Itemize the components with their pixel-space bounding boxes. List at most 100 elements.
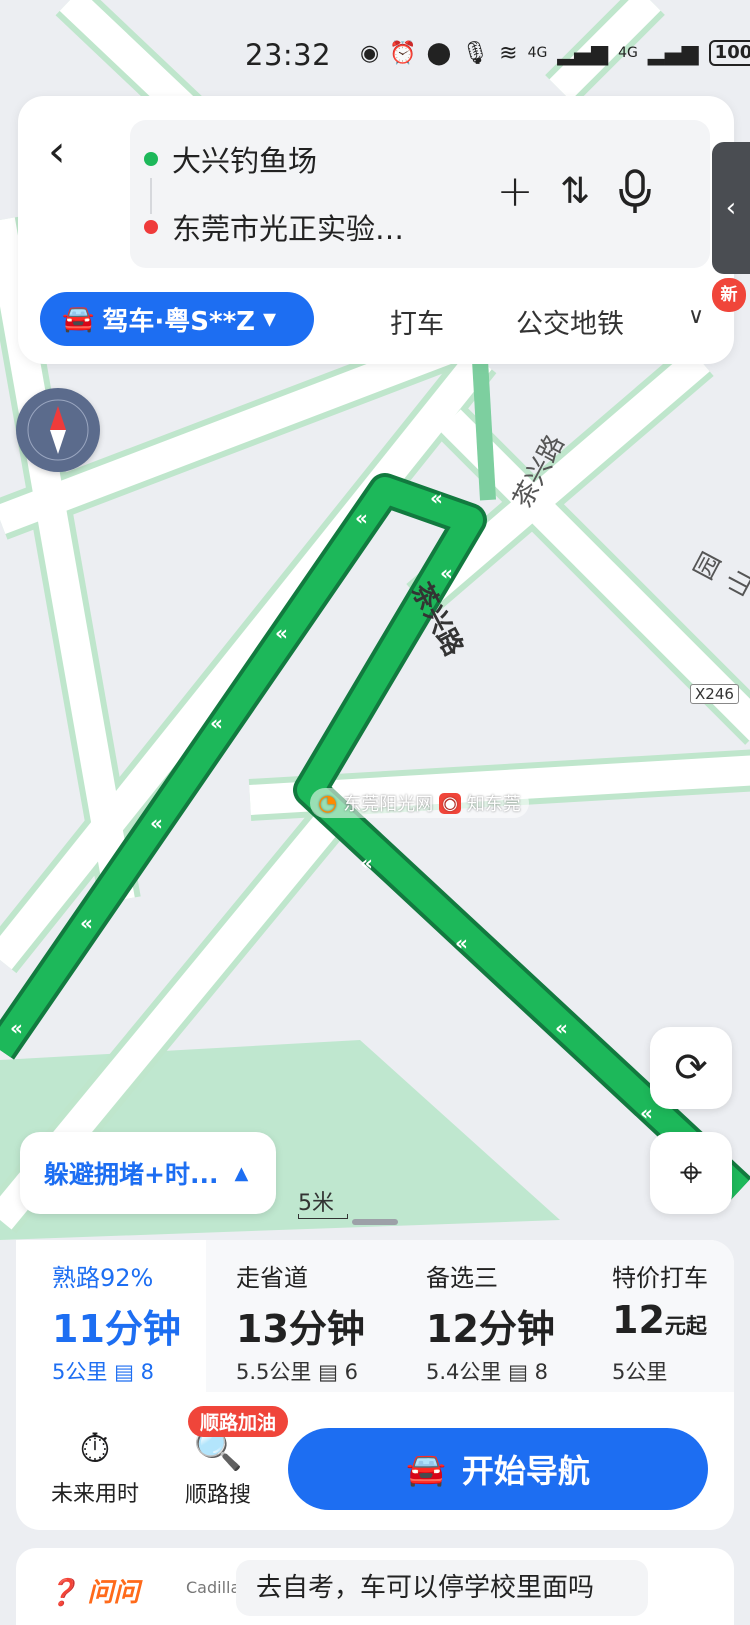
chevron-left-small-icon: ‹: [725, 193, 737, 223]
route-arrow: «: [150, 811, 163, 835]
add-waypoint-button[interactable]: +: [490, 164, 540, 220]
route-arrow: «: [360, 851, 373, 875]
route-preference-chip[interactable]: 躲避拥堵+时... ▲: [20, 1132, 276, 1214]
traffic-light-icon: ▤: [318, 1360, 338, 1384]
map-scale-label: 5米: [298, 1191, 334, 1216]
route-arrow: «: [555, 1016, 568, 1040]
traffic-light-count: 8: [534, 1360, 548, 1384]
map-scale-bar: [298, 1214, 348, 1219]
tab-taxi[interactable]: 打车: [390, 302, 444, 341]
start-location-field[interactable]: 大兴钓鱼场: [144, 138, 317, 180]
side-panel-handle[interactable]: ‹: [712, 142, 750, 274]
taxi-price-unit: 元起: [664, 1314, 707, 1338]
fuel-badge: 顺路加油: [188, 1406, 289, 1437]
my-location-button[interactable]: ⌖: [650, 1132, 732, 1214]
compass-button[interactable]: [16, 388, 100, 472]
route-card: ‹ 大兴钓鱼场 东莞市光正实验… + ⇅ 🚘 驾车·粤S**Z ▾ 打车 公交地: [18, 96, 746, 364]
start-dot-icon: [144, 152, 158, 166]
new-badge: 新: [712, 278, 746, 312]
ask-query-suggestion[interactable]: 去自考，车可以停学校里面吗: [236, 1560, 648, 1616]
traffic-light-icon: ▤: [114, 1360, 134, 1384]
signal-icon-2: ▂▄▆: [647, 40, 699, 66]
tab-drive-label: 驾车·粤S**Z: [102, 306, 256, 337]
route-arrow: «: [210, 711, 223, 735]
highway-tag: X246: [690, 684, 739, 704]
route-option-price: 12元起: [612, 1298, 707, 1342]
sunshine-logo-icon: ◔: [318, 790, 338, 816]
tab-transit[interactable]: 公交地铁: [516, 302, 624, 341]
panel-drag-handle[interactable]: [352, 1219, 398, 1225]
route-option-taxi[interactable]: 特价打车 12元起 5公里: [576, 1240, 750, 1392]
question-bubble-icon: ❓: [46, 1578, 79, 1608]
mic-status-icon: 🎙: [461, 40, 490, 66]
status-time: 23:32: [245, 38, 332, 72]
route-arrow: «: [80, 911, 93, 935]
tab-drive[interactable]: 🚘 驾车·粤S**Z ▾: [40, 292, 314, 346]
route-option-meta: 5公里: [612, 1356, 667, 1386]
route-option-meta: 5公里 ▤ 8: [52, 1356, 154, 1386]
route-arrow: «: [430, 486, 443, 510]
back-button[interactable]: ‹: [48, 126, 88, 178]
route-distance: 5公里: [612, 1360, 668, 1384]
route-distance: 5公里: [52, 1360, 108, 1384]
route-option-time: 11分钟: [52, 1307, 181, 1351]
ask-bar: ❓ 问问 Cadillac 去自考，车可以停学校里面吗: [16, 1548, 734, 1625]
alarm-icon: ⏰: [389, 40, 417, 66]
wifi-icon: ≋: [499, 40, 518, 66]
signal-icon: ▂▄▆: [557, 40, 609, 66]
signal-4g-label-2: 4G: [618, 45, 638, 61]
swap-locations-button[interactable]: ⇅: [550, 164, 600, 220]
future-time-button[interactable]: ⏱ 未来用时: [40, 1426, 150, 1508]
voice-input-button[interactable]: [610, 164, 660, 220]
future-time-label: 未来用时: [50, 1482, 139, 1507]
more-modes-button[interactable]: ∨: [688, 304, 704, 329]
chevron-left-icon: ‹: [48, 126, 66, 177]
refresh-icon: ⟳: [674, 1045, 708, 1091]
route-arrow: «: [440, 561, 453, 585]
refresh-route-button[interactable]: ⟳: [650, 1027, 732, 1109]
side-road: [472, 359, 496, 501]
end-location-field[interactable]: 东莞市光正实验…: [144, 206, 404, 248]
route-option-3[interactable]: 备选三 12分钟 5.4公里 ▤ 8: [390, 1240, 580, 1392]
eye-logo-icon: ◉: [439, 792, 461, 814]
route-arrow: «: [275, 621, 288, 645]
plus-icon: +: [496, 166, 534, 217]
status-icons: ◉ ⏰ ⬤ 🎙 ≋ 4G ▂▄▆ 4G ▂▄▆ 100 ⚡: [360, 40, 750, 66]
route-arrow: «: [640, 1101, 653, 1125]
caret-down-icon: ▾: [263, 304, 277, 334]
caret-up-icon: ▲: [234, 1162, 249, 1184]
start-navigation-button[interactable]: 🚘 开始导航: [288, 1428, 708, 1510]
clock-icon: ⏱: [79, 1426, 111, 1472]
end-location-text: 东莞市光正实验…: [172, 212, 405, 246]
route-option-label: 备选三: [426, 1264, 498, 1292]
route-option-label: 特价打车: [612, 1264, 708, 1292]
route-option-time: 13分钟: [236, 1307, 365, 1351]
signal-4g-label: 4G: [527, 45, 548, 61]
traffic-light-count: 8: [140, 1360, 154, 1384]
along-route-search-button[interactable]: 🔍 顺路搜: [168, 1426, 268, 1509]
status-bar: 23:32 ◉ ⏰ ⬤ 🎙 ≋ 4G ▂▄▆ 4G ▂▄▆ 100 ⚡: [0, 30, 750, 80]
route-option-label: 走省道: [236, 1264, 308, 1292]
battery-indicator: 100: [708, 40, 750, 66]
car-icon: 🚘: [406, 1450, 446, 1488]
route-inputs: 大兴钓鱼场 东莞市光正实验… + ⇅: [130, 120, 710, 268]
watermark: ◔ 东莞阳光网 ◉ 知东莞: [310, 788, 529, 818]
start-navigation-label: 开始导航: [461, 1452, 590, 1490]
taxi-price: 12: [612, 1298, 665, 1342]
route-arrow: «: [455, 931, 468, 955]
ask-logo-text: 问问: [87, 1578, 140, 1608]
along-route-search-label: 顺路搜: [184, 1483, 251, 1508]
chevron-down-icon: ∨: [688, 304, 705, 329]
route-preference-label: 躲避拥堵+时...: [44, 1160, 219, 1189]
watermark-text-1: 东莞阳光网: [343, 794, 434, 815]
crosshair-icon: ⌖: [679, 1150, 703, 1196]
route-option-2[interactable]: 走省道 13分钟 5.5公里 ▤ 6: [200, 1240, 390, 1392]
route-arrow: «: [10, 1016, 23, 1040]
route-option-1[interactable]: 熟路92% 11分钟 5公里 ▤ 8: [16, 1240, 206, 1392]
microphone-icon: [619, 169, 651, 213]
traffic-light-count: 6: [344, 1360, 358, 1384]
route-option-meta: 5.4公里 ▤ 8: [426, 1356, 548, 1386]
end-dot-icon: [144, 220, 158, 234]
travel-mode-tabs: 🚘 驾车·粤S**Z ▾ 打车 公交地铁 ∨ 新: [40, 278, 746, 346]
traffic-light-icon: ▤: [508, 1360, 528, 1384]
